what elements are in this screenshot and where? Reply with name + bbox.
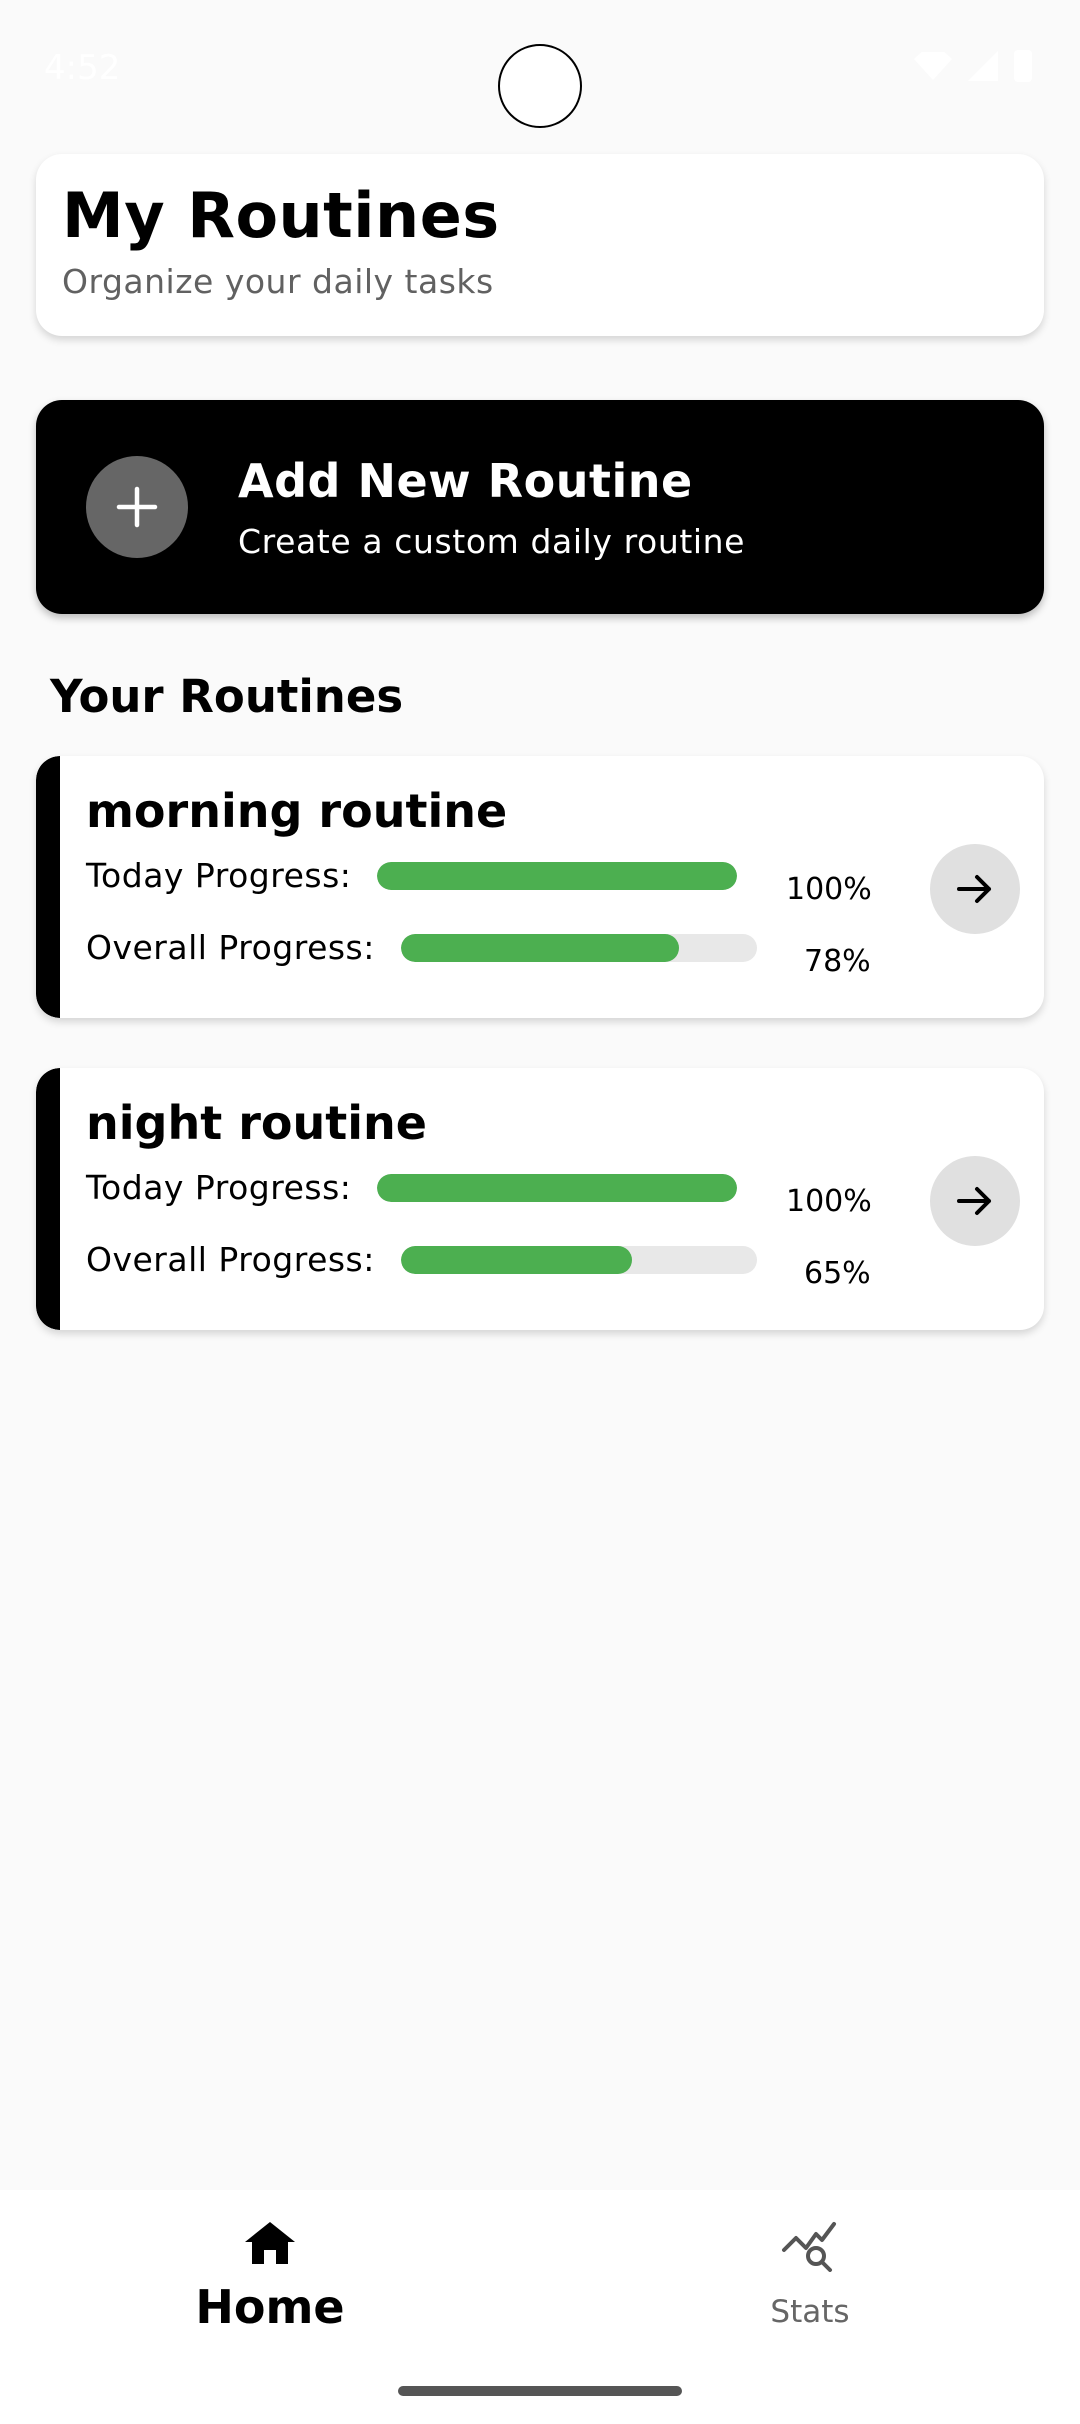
today-progress-percent: 100% [786, 872, 872, 907]
status-bar: 4:52 [0, 0, 1080, 140]
overall-progress-row: Overall Progress: [86, 1240, 757, 1279]
overall-progress-percent: 65% [804, 1256, 871, 1291]
routine-card[interactable]: morning routine Today Progress: 100% Ove… [36, 756, 1044, 1018]
page-subtitle: Organize your daily tasks [62, 262, 494, 302]
add-routine-title: Add New Routine [238, 453, 693, 508]
overall-progress-bar [400, 1245, 757, 1274]
nav-home-label: Home [195, 2280, 345, 2334]
routine-accent-bar [36, 1068, 60, 1330]
header-card: My Routines Organize your daily tasks [36, 154, 1044, 336]
today-progress-bar [377, 861, 738, 890]
arrow-right-icon [957, 875, 991, 903]
plus-icon [86, 456, 188, 558]
page-title: My Routines [62, 179, 500, 252]
add-routine-button[interactable]: Add New Routine Create a custom daily ro… [36, 400, 1044, 614]
today-progress-row: Today Progress: [86, 1168, 738, 1207]
overall-progress-label: Overall Progress: [86, 1240, 375, 1279]
today-progress-bar [377, 1173, 738, 1202]
nav-stats[interactable]: Stats [710, 2220, 910, 2330]
routine-card[interactable]: night routine Today Progress: 100% Overa… [36, 1068, 1044, 1330]
overall-progress-percent: 78% [804, 944, 871, 979]
overall-progress-fill [400, 933, 679, 962]
today-progress-fill [377, 861, 738, 890]
arrow-right-icon [957, 1187, 991, 1215]
camera-cutout [498, 44, 582, 128]
wifi-icon [914, 52, 952, 80]
add-routine-subtitle: Create a custom daily routine [238, 521, 746, 561]
overall-progress-fill [400, 1245, 633, 1274]
home-icon [245, 2222, 295, 2264]
status-icons [914, 50, 1032, 82]
today-progress-label: Today Progress: [86, 1168, 352, 1207]
overall-progress-row: Overall Progress: [86, 928, 757, 967]
add-routine-text: Add New Routine Create a custom daily ro… [238, 454, 745, 561]
overall-progress-bar [400, 933, 757, 962]
stats-search-icon [782, 2222, 836, 2272]
open-routine-button[interactable] [930, 844, 1020, 934]
routine-name: morning routine [86, 784, 508, 838]
battery-icon [1014, 50, 1032, 82]
section-title: Your Routines [50, 670, 404, 723]
today-progress-label: Today Progress: [86, 856, 352, 895]
nav-stats-label: Stats [770, 2294, 850, 2330]
routine-accent-bar [36, 756, 60, 1018]
home-indicator[interactable] [398, 2386, 682, 2396]
today-progress-percent: 100% [786, 1184, 872, 1219]
overall-progress-label: Overall Progress: [86, 928, 375, 967]
today-progress-row: Today Progress: [86, 856, 738, 895]
status-time: 4:52 [44, 48, 121, 88]
nav-home[interactable]: Home [170, 2220, 370, 2334]
routine-name: night routine [86, 1096, 427, 1150]
today-progress-fill [377, 1173, 738, 1202]
open-routine-button[interactable] [930, 1156, 1020, 1246]
signal-icon [968, 51, 998, 81]
